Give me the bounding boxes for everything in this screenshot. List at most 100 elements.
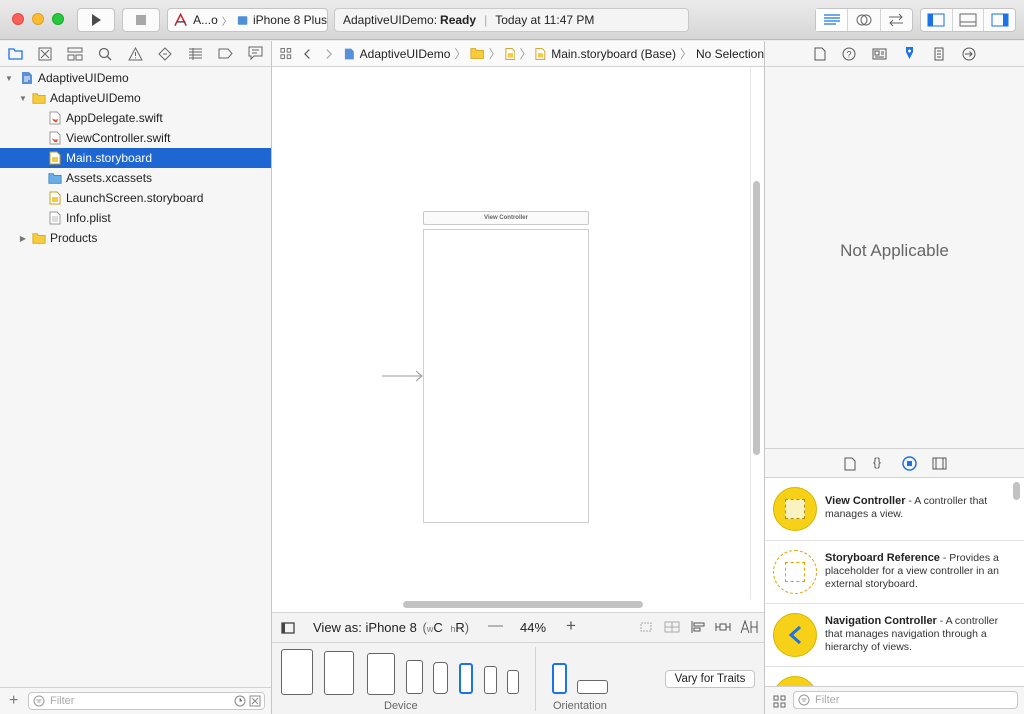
toggle-debug-area-button[interactable] [953,9,985,31]
resolve-issues-icon[interactable] [740,620,758,634]
project-icon [344,48,354,59]
storyboard-canvas[interactable]: View Controller [272,67,764,612]
identity-inspector-icon[interactable] [872,48,887,60]
embed-in-icon[interactable] [664,620,680,634]
stop-button[interactable] [122,8,160,32]
device-ipad-pro-12[interactable] [281,649,313,695]
orientation-portrait[interactable] [552,663,567,694]
test-diamond-icon[interactable] [158,47,172,61]
forward-arrow-icon[interactable] [325,48,332,60]
file-inspector-icon[interactable] [814,47,826,61]
device-label: iPhone 8 Plus [252,13,327,27]
back-arrow-icon[interactable] [303,48,311,60]
view-as-label[interactable]: View as: iPhone 8 (wC hR) [313,620,469,635]
folder-navigator-icon[interactable] [8,47,23,60]
toolbar: A...o 〉 iPhone 8 Plus AdaptiveUIDemo: Re… [0,0,1024,40]
tree-item-infoplist[interactable]: Info.plist [0,208,271,228]
folder-icon[interactable] [470,47,485,60]
toggle-navigator-button[interactable] [921,9,953,31]
code-snippet-icon[interactable]: {} [873,455,881,469]
disclosure-expanded-icon[interactable]: ▼ [4,74,14,83]
storyboard-file-icon[interactable] [535,47,546,61]
folder-icon [32,233,46,244]
vertical-scrollbar[interactable] [753,181,760,455]
source-control-icon[interactable] [38,47,52,61]
size-inspector-icon[interactable] [934,47,944,61]
library-item-navigation-controller[interactable]: Navigation Controller - A controller tha… [765,604,1024,667]
storyboard-icon [49,151,61,165]
panel-toggle-control[interactable] [920,8,1016,32]
version-editor-button[interactable] [881,9,912,31]
file-template-icon[interactable] [844,457,856,471]
disclosure-expanded-icon[interactable]: ▼ [18,94,28,103]
disclosure-collapsed-icon[interactable]: ▶ [18,234,28,243]
report-navigator-icon[interactable] [248,46,263,60]
issue-warning-icon[interactable] [128,47,143,61]
device-iphone-4s[interactable] [507,670,519,694]
standard-editor-button[interactable] [816,9,849,31]
jump-crumb-file[interactable]: Main.storyboard (Base) [551,47,676,61]
library-item-storyboard-reference[interactable]: Storyboard Reference - Provides a placeh… [765,541,1024,604]
minimize-window-button[interactable] [32,13,44,25]
jump-crumb-project[interactable]: AdaptiveUIDemo [360,47,451,61]
grid-view-icon[interactable] [773,695,786,708]
device-iphone-se[interactable] [484,666,497,694]
swap-arrows-icon [889,13,904,27]
symbol-navigator-icon[interactable] [67,47,83,61]
source-control-filter-icon[interactable] [249,695,261,707]
run-button[interactable] [77,8,115,32]
tree-item-group-adaptiveuidemo[interactable]: ▼ AdaptiveUIDemo [0,88,271,108]
device-iphone-8[interactable] [459,663,473,694]
connections-inspector-icon[interactable] [962,47,976,61]
tree-item-assets[interactable]: Assets.xcassets [0,168,271,188]
quick-help-icon[interactable]: ? [842,47,856,61]
tree-item-viewcontroller[interactable]: ViewController.swift [0,128,271,148]
scene-title-bar[interactable]: View Controller [423,211,589,225]
library-item-view-controller[interactable]: View Controller - A controller that mana… [765,478,1024,541]
scheme-selector[interactable]: A...o 〉 iPhone 8 Plus [167,8,328,32]
update-frames-icon[interactable] [638,620,654,634]
tree-item-main-storyboard[interactable]: Main.storyboard [0,148,271,168]
entry-point-arrow-icon[interactable] [382,369,424,383]
library-filter-field[interactable]: Filter [793,691,1018,709]
device-iphone-8-plus[interactable] [406,660,423,694]
device-iphone-x[interactable] [433,662,448,694]
attributes-inspector-icon[interactable] [902,46,917,61]
toggle-inspector-button[interactable] [984,9,1015,31]
assistant-icon [856,14,872,26]
device-section-label: Device [384,700,418,712]
orientation-landscape[interactable] [577,680,608,694]
media-library-icon[interactable] [932,457,947,470]
zoom-window-button[interactable] [52,13,64,25]
align-icon[interactable] [690,620,706,634]
vary-for-traits-button[interactable]: Vary for Traits [665,670,755,688]
tree-item-project[interactable]: ▼ AdaptiveUIDemo [0,68,271,88]
library-scrollbar[interactable] [1013,482,1020,500]
add-icon[interactable]: + [9,692,18,710]
editor-mode-control[interactable] [815,8,913,32]
debug-navigator-icon[interactable] [188,48,203,60]
object-library-icon[interactable] [902,456,917,471]
storyboard-file-icon[interactable] [505,47,516,61]
related-items-grid-icon[interactable] [280,47,292,60]
add-constraints-icon[interactable] [715,620,731,634]
tree-item-launchscreen[interactable]: LaunchScreen.storyboard [0,188,271,208]
breakpoint-icon[interactable] [218,47,233,60]
tree-item-products[interactable]: ▶ Products [0,228,271,248]
inspector-selector-bar: ? [765,41,1024,67]
device-ipad-pro-9[interactable] [367,653,395,695]
zoom-out-icon[interactable]: — [488,617,503,634]
search-icon[interactable] [98,47,112,61]
navigator-filter-field[interactable]: Filter [28,692,265,710]
close-window-button[interactable] [12,13,24,25]
view-controller-scene[interactable] [423,229,589,523]
document-outline-toggle-icon[interactable] [281,622,295,634]
recent-clock-icon[interactable] [234,695,246,707]
scene-title: View Controller [484,215,528,221]
zoom-in-icon[interactable]: + [566,616,576,636]
device-ipad-pro-10[interactable] [324,651,354,695]
assistant-editor-button[interactable] [848,9,881,31]
horizontal-scrollbar[interactable] [403,601,643,608]
jump-crumb-selection[interactable]: No Selection [696,47,764,61]
tree-item-appdelegate[interactable]: AppDelegate.swift [0,108,271,128]
